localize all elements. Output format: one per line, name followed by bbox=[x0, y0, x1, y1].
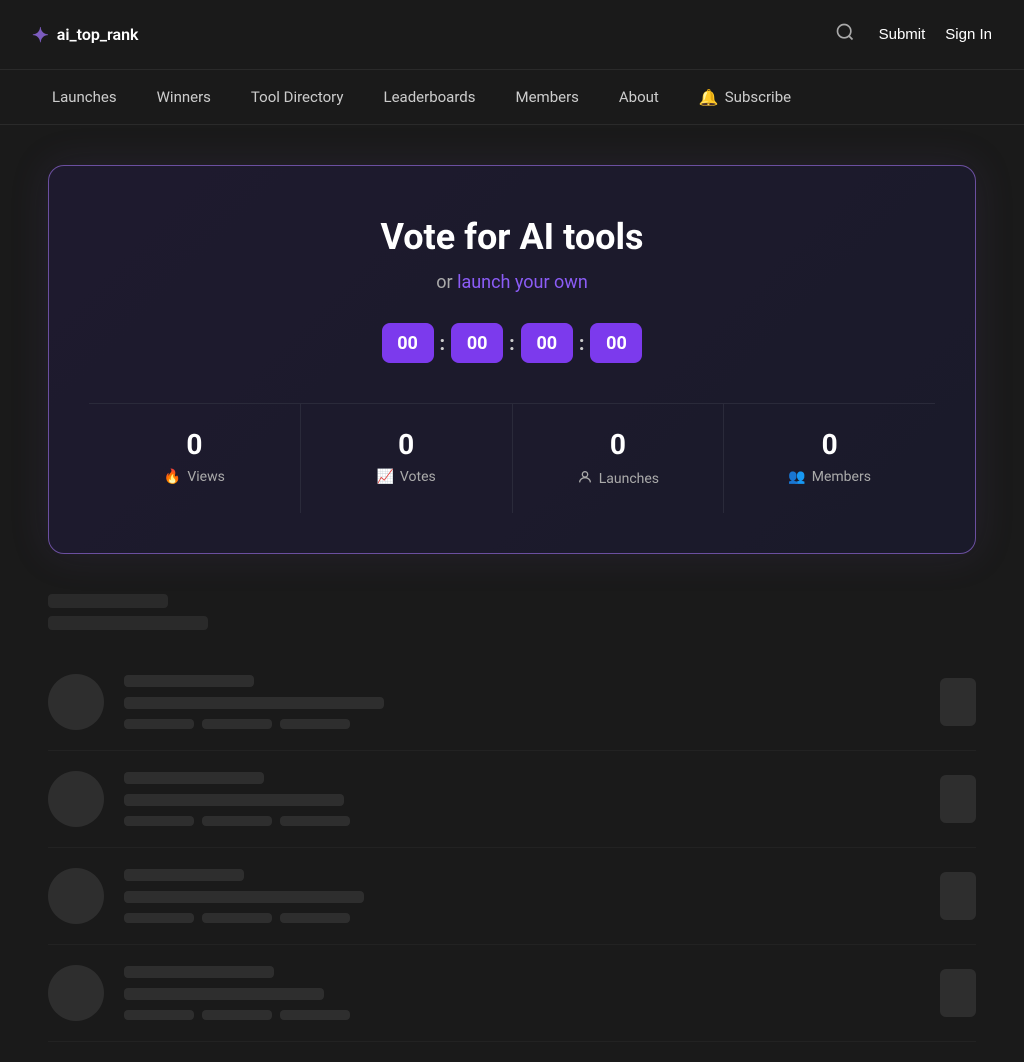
stat-members-number: 0 bbox=[740, 428, 919, 461]
skeleton-tags-1 bbox=[124, 719, 920, 729]
skeleton-tag bbox=[124, 1010, 194, 1020]
submit-button[interactable]: Submit bbox=[879, 26, 926, 43]
header-right: Submit Sign In bbox=[831, 18, 992, 51]
skeleton-vote-1 bbox=[940, 678, 976, 726]
skeleton-avatar-2 bbox=[48, 771, 104, 827]
hero-subtitle-link[interactable]: launch your own bbox=[457, 272, 588, 293]
list-item bbox=[48, 945, 976, 1042]
skeleton-tags-4 bbox=[124, 1010, 920, 1020]
nav-item-about[interactable]: About bbox=[599, 70, 679, 125]
skeleton-title-1 bbox=[124, 675, 254, 687]
skeleton-tag bbox=[280, 1010, 350, 1020]
skeleton-content-4 bbox=[124, 966, 920, 1020]
skeleton-avatar-1 bbox=[48, 674, 104, 730]
skeleton-header-1 bbox=[48, 594, 168, 608]
skeleton-tag bbox=[202, 719, 272, 729]
list-item bbox=[48, 848, 976, 945]
stat-launches-number: 0 bbox=[529, 428, 708, 461]
skeleton-tag bbox=[124, 913, 194, 923]
launches-icon bbox=[577, 469, 593, 489]
skeleton-header-2 bbox=[48, 616, 208, 630]
skeleton-vote-3 bbox=[940, 872, 976, 920]
countdown-seconds: 00 bbox=[521, 323, 573, 363]
countdown: 00 : 00 : 00 : 00 bbox=[89, 323, 935, 363]
hero-card: Vote for AI tools or launch your own 00 … bbox=[48, 165, 976, 554]
stat-launches-label: Launches bbox=[529, 469, 708, 489]
stat-views-number: 0 bbox=[105, 428, 284, 461]
search-button[interactable] bbox=[831, 18, 859, 51]
countdown-sep-3: : bbox=[577, 331, 587, 355]
skeleton-content-3 bbox=[124, 869, 920, 923]
nav-item-members[interactable]: Members bbox=[495, 70, 598, 125]
hero-subtitle: or launch your own bbox=[89, 272, 935, 293]
content-section bbox=[0, 574, 1024, 1062]
logo[interactable]: ✦ ai_top_rank bbox=[32, 23, 139, 47]
subscribe-label: Subscribe bbox=[725, 88, 791, 106]
views-icon: 🔥 bbox=[164, 469, 181, 485]
countdown-hours: 00 bbox=[382, 323, 434, 363]
skeleton-tags-2 bbox=[124, 816, 920, 826]
skeleton-title-3 bbox=[124, 869, 244, 881]
stat-votes: 0 📈 Votes bbox=[301, 404, 513, 513]
skeleton-title-4 bbox=[124, 966, 274, 978]
skeleton-title-2 bbox=[124, 772, 264, 784]
hero-subtitle-text: or bbox=[436, 272, 452, 293]
stat-votes-number: 0 bbox=[317, 428, 496, 461]
skeleton-tag bbox=[202, 913, 272, 923]
skeleton-tag bbox=[202, 816, 272, 826]
skeleton-tag bbox=[124, 719, 194, 729]
skeleton-tag bbox=[280, 719, 350, 729]
list-item bbox=[48, 654, 976, 751]
nav: Launches Winners Tool Directory Leaderbo… bbox=[0, 70, 1024, 125]
countdown-minutes: 00 bbox=[451, 323, 503, 363]
skeleton-desc-4 bbox=[124, 988, 324, 1000]
hero-section: Vote for AI tools or launch your own 00 … bbox=[0, 125, 1024, 574]
countdown-sep-2: : bbox=[507, 331, 517, 355]
skeleton-desc-3 bbox=[124, 891, 364, 903]
skeleton-content-2 bbox=[124, 772, 920, 826]
countdown-sep-1: : bbox=[438, 331, 448, 355]
stat-members: 0 👥 Members bbox=[724, 404, 935, 513]
skeleton-avatar-3 bbox=[48, 868, 104, 924]
nav-item-tool-directory[interactable]: Tool Directory bbox=[231, 70, 364, 125]
header: ✦ ai_top_rank Submit Sign In bbox=[0, 0, 1024, 70]
skeleton-vote-4 bbox=[940, 969, 976, 1017]
skeleton-tags-3 bbox=[124, 913, 920, 923]
nav-item-winners[interactable]: Winners bbox=[137, 70, 231, 125]
stat-members-label: 👥 Members bbox=[740, 469, 919, 485]
skeleton-tag bbox=[202, 1010, 272, 1020]
skeleton-tag bbox=[280, 816, 350, 826]
logo-text: ai_top_rank bbox=[57, 25, 139, 44]
stat-views: 0 🔥 Views bbox=[89, 404, 301, 513]
stat-votes-label: 📈 Votes bbox=[317, 469, 496, 485]
votes-icon: 📈 bbox=[376, 469, 393, 485]
subscribe-nav-item[interactable]: 🔔 Subscribe bbox=[679, 70, 811, 125]
skeleton-avatar-4 bbox=[48, 965, 104, 1021]
nav-item-leaderboards[interactable]: Leaderboards bbox=[364, 70, 496, 125]
stats-row: 0 🔥 Views 0 📈 Votes 0 bbox=[89, 403, 935, 513]
skeleton-content-1 bbox=[124, 675, 920, 729]
nav-item-launches[interactable]: Launches bbox=[32, 70, 137, 125]
members-icon: 👥 bbox=[788, 469, 805, 485]
stat-views-label: 🔥 Views bbox=[105, 469, 284, 485]
signin-button[interactable]: Sign In bbox=[945, 26, 992, 43]
bell-icon: 🔔 bbox=[699, 88, 719, 107]
skeleton-desc-2 bbox=[124, 794, 344, 806]
list-item bbox=[48, 751, 976, 848]
skeleton-desc-1 bbox=[124, 697, 384, 709]
skeleton-vote-2 bbox=[940, 775, 976, 823]
skeleton-tag bbox=[280, 913, 350, 923]
logo-icon: ✦ bbox=[32, 23, 49, 47]
countdown-ms: 00 bbox=[590, 323, 642, 363]
stat-launches: 0 Launches bbox=[513, 404, 725, 513]
skeleton-tag bbox=[124, 816, 194, 826]
hero-title: Vote for AI tools bbox=[89, 216, 935, 258]
